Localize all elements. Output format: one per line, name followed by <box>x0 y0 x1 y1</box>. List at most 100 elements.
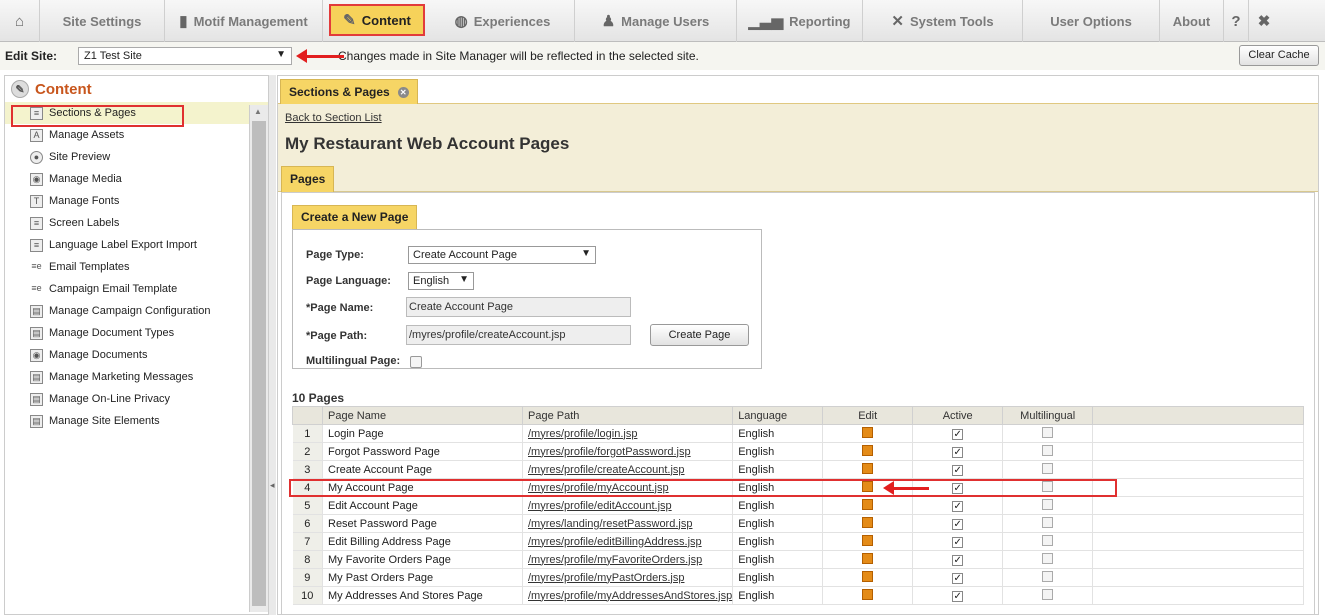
tools-icon: ✕ <box>891 13 904 30</box>
clear-cache-button[interactable]: Clear Cache <box>1239 45 1319 66</box>
multilingual-checkbox[interactable] <box>1042 516 1054 528</box>
sidebar-item-manage-fonts[interactable]: T Manage Fonts <box>5 190 268 212</box>
active-checkbox[interactable]: ✓ <box>952 500 964 512</box>
nav-about[interactable]: About <box>1160 0 1224 42</box>
site-select[interactable]: Z1 Test Site ▼ <box>78 47 292 65</box>
sidebar-item-manage-assets[interactable]: A Manage Assets <box>5 124 268 146</box>
row-page-path-link[interactable]: /myres/profile/myFavoriteOrders.jsp <box>522 550 734 569</box>
multilingual-checkbox[interactable] <box>1042 570 1054 582</box>
edit-grid-icon[interactable] <box>862 462 874 474</box>
active-checkbox[interactable]: ✓ <box>952 554 964 566</box>
sidebar-item-online-privacy[interactable]: ▤ Manage On-Line Privacy <box>5 388 268 410</box>
multilingual-checkbox[interactable] <box>1042 462 1054 474</box>
edit-grid-icon[interactable] <box>862 426 874 438</box>
multilingual-checkbox[interactable] <box>1042 444 1054 456</box>
row-page-path-link[interactable]: /myres/profile/login.jsp <box>522 424 734 443</box>
sidebar-item-site-elements[interactable]: ▤ Manage Site Elements <box>5 410 268 432</box>
table-row: 5 Edit Account Page/myres/profile/editAcc… <box>292 496 1304 515</box>
column-header-language[interactable]: Language <box>732 406 824 425</box>
sidebar-item-manage-documents[interactable]: ◉ Manage Documents <box>5 344 268 366</box>
create-page-button[interactable]: Create Page <box>650 324 749 346</box>
row-page-path-link[interactable]: /myres/profile/forgotPassword.jsp <box>522 442 734 461</box>
home-button[interactable]: ⌂ <box>0 0 40 42</box>
edit-grid-icon[interactable] <box>862 444 874 456</box>
row-multilingual-cell <box>1002 496 1094 515</box>
multilingual-checkbox[interactable] <box>1042 552 1054 564</box>
edit-grid-icon[interactable] <box>862 588 874 600</box>
font-icon: T <box>30 194 43 208</box>
row-page-path-link[interactable]: /myres/profile/editAccount.jsp <box>522 496 734 515</box>
sidebar-scrollbar[interactable]: ▲ <box>249 105 268 612</box>
sidebar-item-language-label-export[interactable]: ≡ Language Label Export Import <box>5 234 268 256</box>
edit-grid-icon[interactable] <box>862 534 874 546</box>
sidebar-item-campaign-email-template[interactable]: ≡e Campaign Email Template <box>5 278 268 300</box>
active-checkbox[interactable]: ✓ <box>952 482 964 494</box>
active-checkbox[interactable]: ✓ <box>952 428 964 440</box>
edit-grid-icon[interactable] <box>862 480 874 492</box>
edit-grid-icon[interactable] <box>862 498 874 510</box>
multilingual-checkbox[interactable] <box>1042 534 1054 546</box>
tab-sections-pages[interactable]: Sections & Pages ✕ <box>280 79 418 104</box>
column-header-page-path[interactable]: Page Path <box>521 406 734 425</box>
sidebar-item-marketing-messages[interactable]: ▤ Manage Marketing Messages <box>5 366 268 388</box>
close-tab-icon[interactable]: ✕ <box>397 86 409 98</box>
nav-content[interactable]: ✎ Content <box>329 4 425 36</box>
row-page-path-link[interactable]: /myres/profile/editBillingAddress.jsp <box>522 532 734 551</box>
tab-label: Sections & Pages <box>289 85 390 99</box>
row-page-path-link[interactable]: /myres/profile/createAccount.jsp <box>522 460 734 479</box>
row-number: 10 <box>292 586 323 605</box>
row-page-path-link[interactable]: /myres/profile/myAddressesAndStores.jsp <box>522 586 734 605</box>
page-path-input[interactable]: /myres/profile/createAccount.jsp <box>406 325 631 345</box>
page-path-label: *Page Path: <box>306 330 368 342</box>
page-type-select[interactable]: Create Account Page ▼ <box>408 246 596 264</box>
active-checkbox[interactable]: ✓ <box>952 446 964 458</box>
sidebar-item-campaign-configuration[interactable]: ▤ Manage Campaign Configuration <box>5 300 268 322</box>
nav-system-tools[interactable]: ✕ System Tools <box>863 0 1023 42</box>
row-page-path-link[interactable]: /myres/landing/resetPassword.jsp <box>522 514 734 533</box>
multilingual-checkbox[interactable] <box>1042 480 1054 492</box>
page-language-value: English <box>413 275 450 287</box>
row-active-cell: ✓ <box>912 586 1004 605</box>
splitter-handle-icon: ◂ <box>270 480 275 490</box>
row-page-path-link[interactable]: /myres/profile/myAccount.jsp <box>522 478 734 497</box>
sidebar-item-label: Manage Documents <box>49 349 148 361</box>
multilingual-checkbox[interactable] <box>1042 426 1054 438</box>
sidebar-item-screen-labels[interactable]: ≡ Screen Labels <box>5 212 268 234</box>
close-button[interactable]: ✖ <box>1249 0 1279 42</box>
multilingual-checkbox[interactable] <box>410 356 422 368</box>
sidebar-item-manage-media[interactable]: ◉ Manage Media <box>5 168 268 190</box>
multilingual-checkbox[interactable] <box>1042 498 1054 510</box>
multilingual-checkbox[interactable] <box>1042 588 1054 600</box>
nav-manage-users[interactable]: ♟ Manage Users <box>575 0 737 42</box>
nav-experiences[interactable]: ◍ Experiences <box>431 0 575 42</box>
nav-user-options[interactable]: User Options <box>1023 0 1160 42</box>
nav-reporting[interactable]: ▁▃▅ Reporting <box>737 0 863 42</box>
active-checkbox[interactable]: ✓ <box>952 572 964 584</box>
row-filler <box>1092 460 1304 479</box>
back-to-section-list-link[interactable]: Back to Section List <box>285 112 382 124</box>
active-checkbox[interactable]: ✓ <box>952 518 964 530</box>
active-checkbox[interactable]: ✓ <box>952 536 964 548</box>
page-name-input[interactable]: Create Account Page <box>406 297 631 317</box>
scrollbar-thumb[interactable] <box>252 121 266 606</box>
edit-grid-icon[interactable] <box>862 516 874 528</box>
page-icon: ≡ <box>30 238 43 252</box>
row-page-path-link[interactable]: /myres/profile/myPastOrders.jsp <box>522 568 734 587</box>
active-checkbox[interactable]: ✓ <box>952 464 964 476</box>
edit-grid-icon[interactable] <box>862 552 874 564</box>
help-button[interactable]: ? <box>1224 0 1249 42</box>
scroll-up-icon[interactable]: ▲ <box>254 107 262 116</box>
active-checkbox[interactable]: ✓ <box>952 590 964 602</box>
row-number: 5 <box>292 496 323 515</box>
edit-grid-icon[interactable] <box>862 570 874 582</box>
nav-motif-management[interactable]: ▮ Motif Management <box>165 0 323 42</box>
tab-pages[interactable]: Pages <box>281 166 335 192</box>
column-header-page-name[interactable]: Page Name <box>322 406 523 425</box>
page-language-select[interactable]: English ▼ <box>408 272 474 290</box>
panel-splitter[interactable]: ◂ <box>269 75 276 615</box>
nav-site-settings[interactable]: Site Settings <box>40 0 165 42</box>
sidebar-item-site-preview[interactable]: ● Site Preview <box>5 146 268 168</box>
tab-create-new-page[interactable]: Create a New Page <box>292 205 418 230</box>
sidebar-item-document-types[interactable]: ▤ Manage Document Types <box>5 322 268 344</box>
sidebar-item-email-templates[interactable]: ≡e Email Templates <box>5 256 268 278</box>
